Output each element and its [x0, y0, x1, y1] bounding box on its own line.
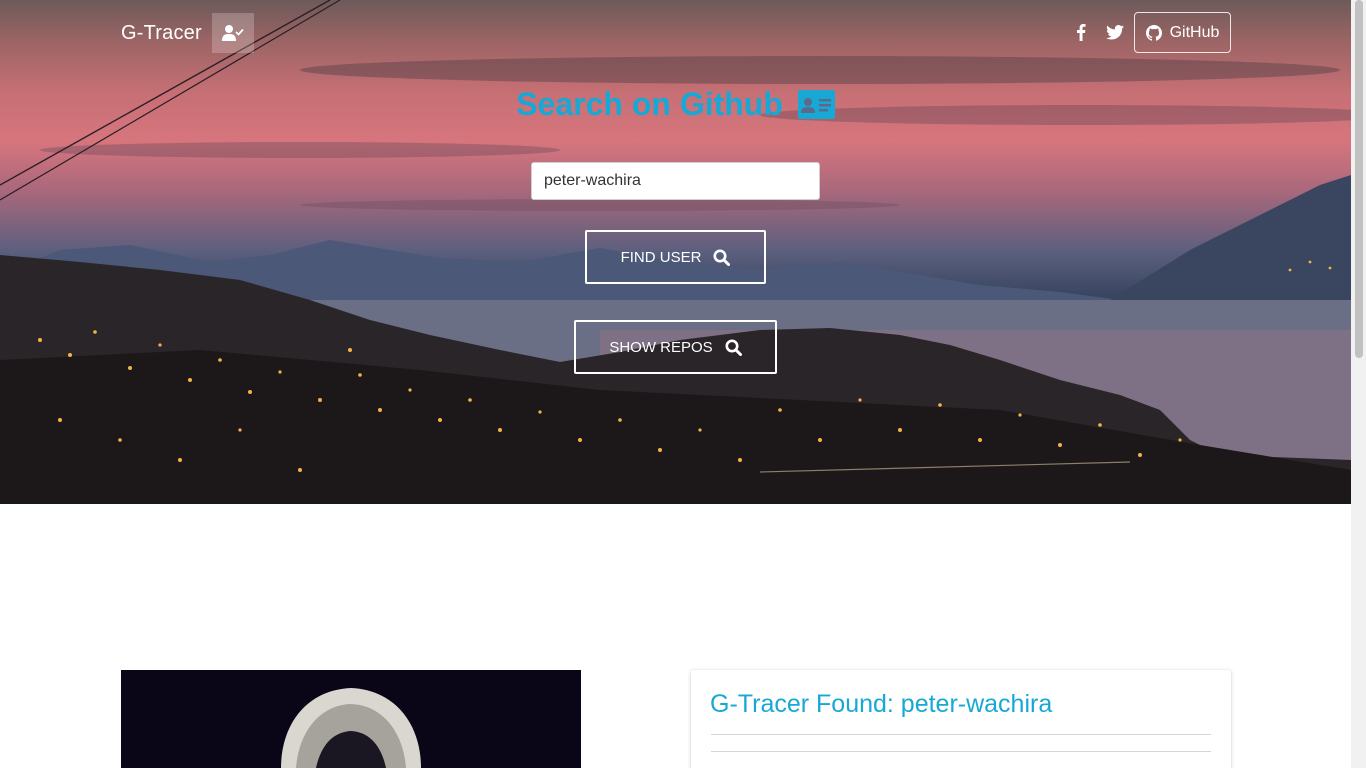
github-icon: [1145, 24, 1162, 41]
result-divider: [711, 734, 1211, 735]
github-button-label: GitHub: [1169, 23, 1220, 41]
show-repos-button[interactable]: SHOW REPOS: [574, 320, 777, 374]
page: G-Tracer GitHub Search on Github peter-w…: [0, 0, 1366, 768]
scrollbar[interactable]: [1351, 0, 1366, 768]
search-icon: [725, 339, 742, 356]
result-divider: [711, 751, 1211, 752]
page-title: Search on Github: [0, 84, 1351, 128]
find-user-button[interactable]: FIND USER: [585, 230, 766, 284]
id-card-icon: [797, 88, 835, 128]
navbar-brand[interactable]: G-Tracer: [121, 21, 202, 45]
search-input[interactable]: [531, 162, 820, 200]
search-icon: [713, 249, 731, 266]
github-button[interactable]: GitHub: [1134, 12, 1231, 53]
facebook-icon: [1077, 24, 1086, 41]
twitter-icon: [1106, 24, 1124, 40]
result-card: G-Tracer Found: peter-wachira: [691, 670, 1231, 768]
facebook-link[interactable]: [1069, 20, 1093, 44]
user-check-icon: [222, 25, 244, 41]
navbar-user-button[interactable]: [212, 13, 254, 53]
scrollbar-thumb[interactable]: [1355, 0, 1363, 358]
page-title-text: Search on Github: [516, 86, 783, 122]
hero-section: G-Tracer GitHub Search on Github peter-w…: [0, 0, 1351, 504]
result-title: G-Tracer Found: peter-wachira: [710, 690, 1053, 718]
show-repos-label: SHOW REPOS: [609, 338, 713, 356]
find-user-label: FIND USER: [620, 248, 702, 266]
avatar: [121, 670, 581, 768]
twitter-link[interactable]: [1103, 20, 1127, 44]
